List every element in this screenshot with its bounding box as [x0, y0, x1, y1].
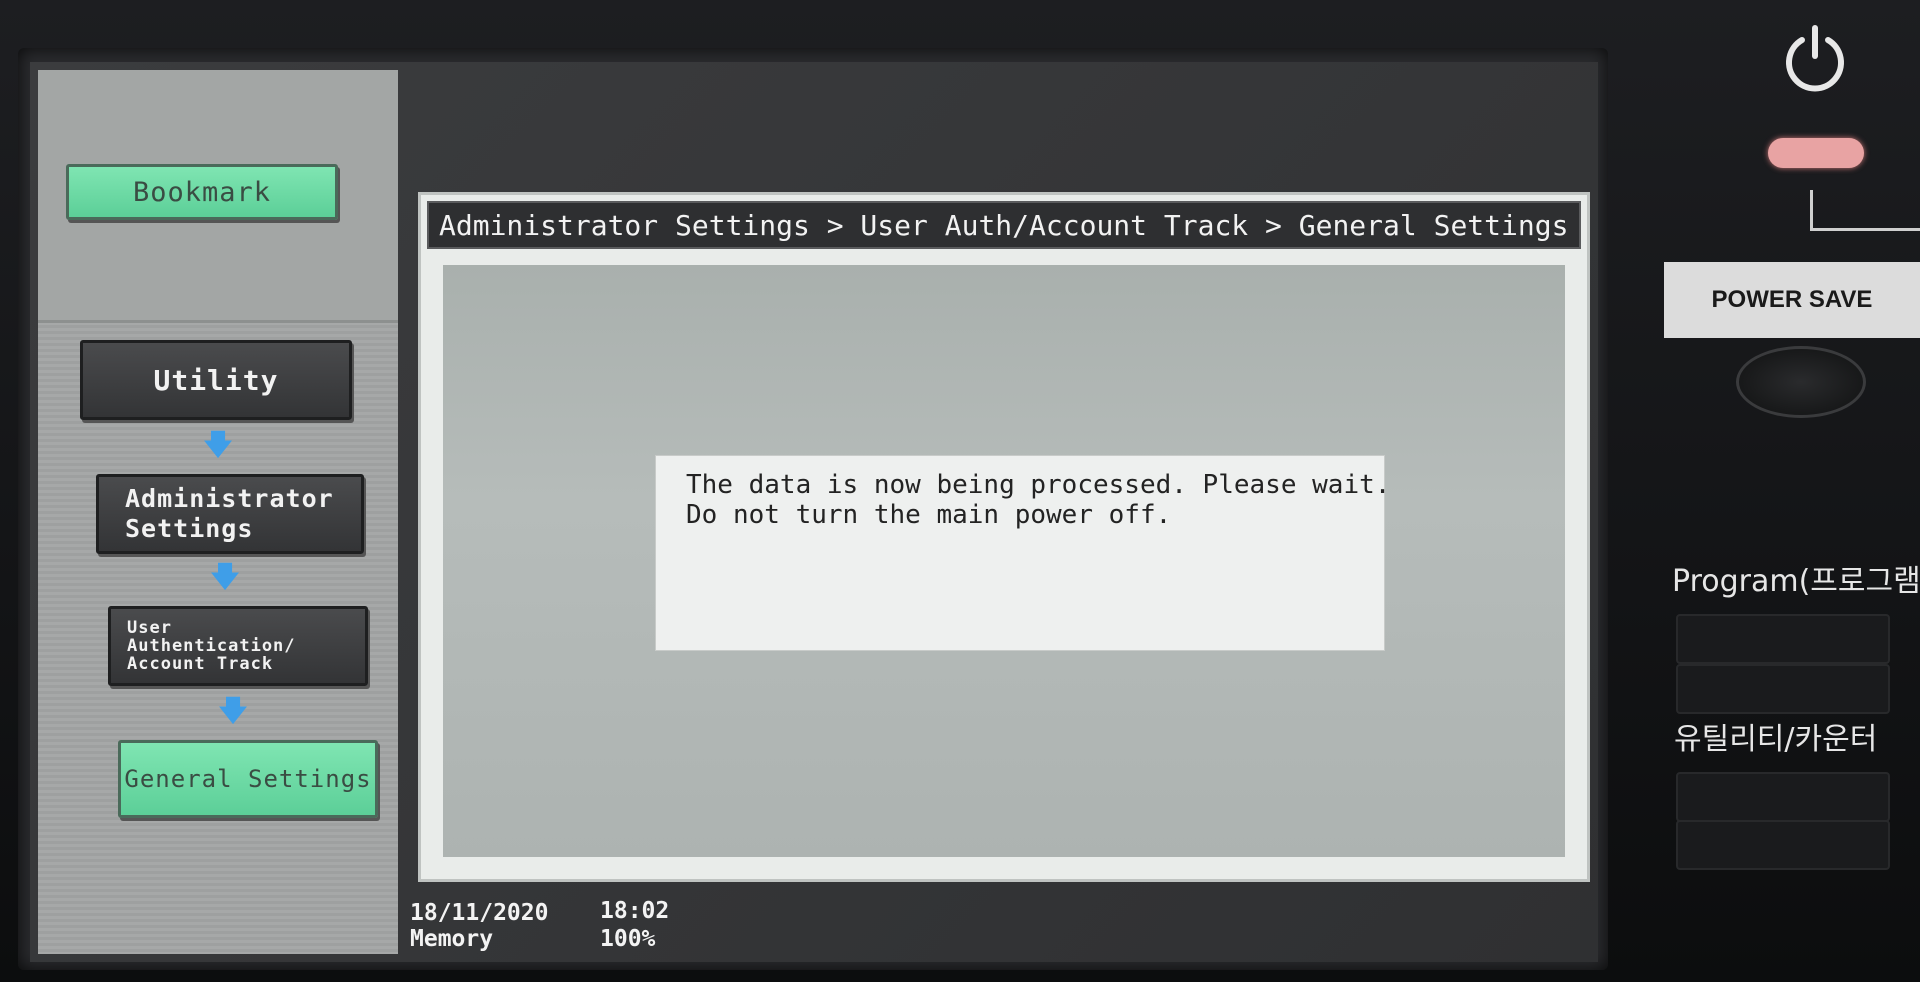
general-settings-button[interactable]: General Settings: [118, 740, 378, 818]
down-arrow-icon: 🡇: [203, 428, 233, 461]
touch-screen: Bookmark Utility 🡇 Administrator Setting…: [30, 62, 1598, 962]
general-settings-label: General Settings: [124, 765, 372, 793]
user-authentication-button[interactable]: User Authentication/ Account Track: [108, 606, 368, 686]
power-icon[interactable]: [1780, 22, 1850, 92]
utility-counter-key-2[interactable]: [1676, 820, 1890, 870]
utility-counter-label: 유틸리티/카운터: [1674, 722, 1878, 757]
down-arrow-icon: 🡇: [218, 694, 248, 727]
memory-label: Memory: [410, 926, 494, 952]
memory-value: 100%: [600, 926, 656, 952]
message-line-2: Do not turn the main power off.: [686, 500, 1172, 530]
user-authentication-label: User Authentication/ Account Track: [127, 618, 296, 674]
utility-label: Utility: [153, 363, 279, 397]
down-arrow-icon: 🡇: [210, 560, 240, 593]
program-key-2[interactable]: [1676, 664, 1890, 714]
utility-counter-key-1[interactable]: [1676, 772, 1890, 822]
administrator-settings-label: Administrator Settings: [125, 484, 334, 543]
utility-button[interactable]: Utility: [80, 340, 352, 420]
bookmark-label: Bookmark: [132, 176, 272, 208]
power-led-indicator: [1768, 138, 1864, 168]
administrator-settings-button[interactable]: Administrator Settings: [96, 474, 364, 554]
status-date: 18/11/2020: [410, 900, 549, 926]
message-line-1: The data is now being processed. Please …: [686, 470, 1391, 500]
status-time: 18:02: [600, 898, 670, 924]
panel-divider-line: [1810, 190, 1920, 231]
content-area: The data is now being processed. Please …: [443, 265, 1565, 857]
processing-message-box: The data is now being processed. Please …: [655, 455, 1390, 651]
breadcrumb: Administrator Settings > User Auth/Accou…: [427, 201, 1581, 249]
program-label: Program(프로그램): [1672, 564, 1920, 599]
power-save-button[interactable]: [1736, 346, 1866, 418]
bookmark-button[interactable]: Bookmark: [66, 164, 338, 220]
program-key-1[interactable]: [1676, 614, 1890, 664]
breadcrumb-text: Administrator Settings > User Auth/Accou…: [439, 208, 1569, 242]
power-save-text: POWER SAVE: [1711, 286, 1873, 313]
main-panel: Administrator Settings > User Auth/Accou…: [418, 192, 1590, 882]
left-nav-panel: Bookmark Utility 🡇 Administrator Setting…: [38, 70, 398, 954]
power-save-label: POWER SAVE: [1664, 262, 1920, 338]
